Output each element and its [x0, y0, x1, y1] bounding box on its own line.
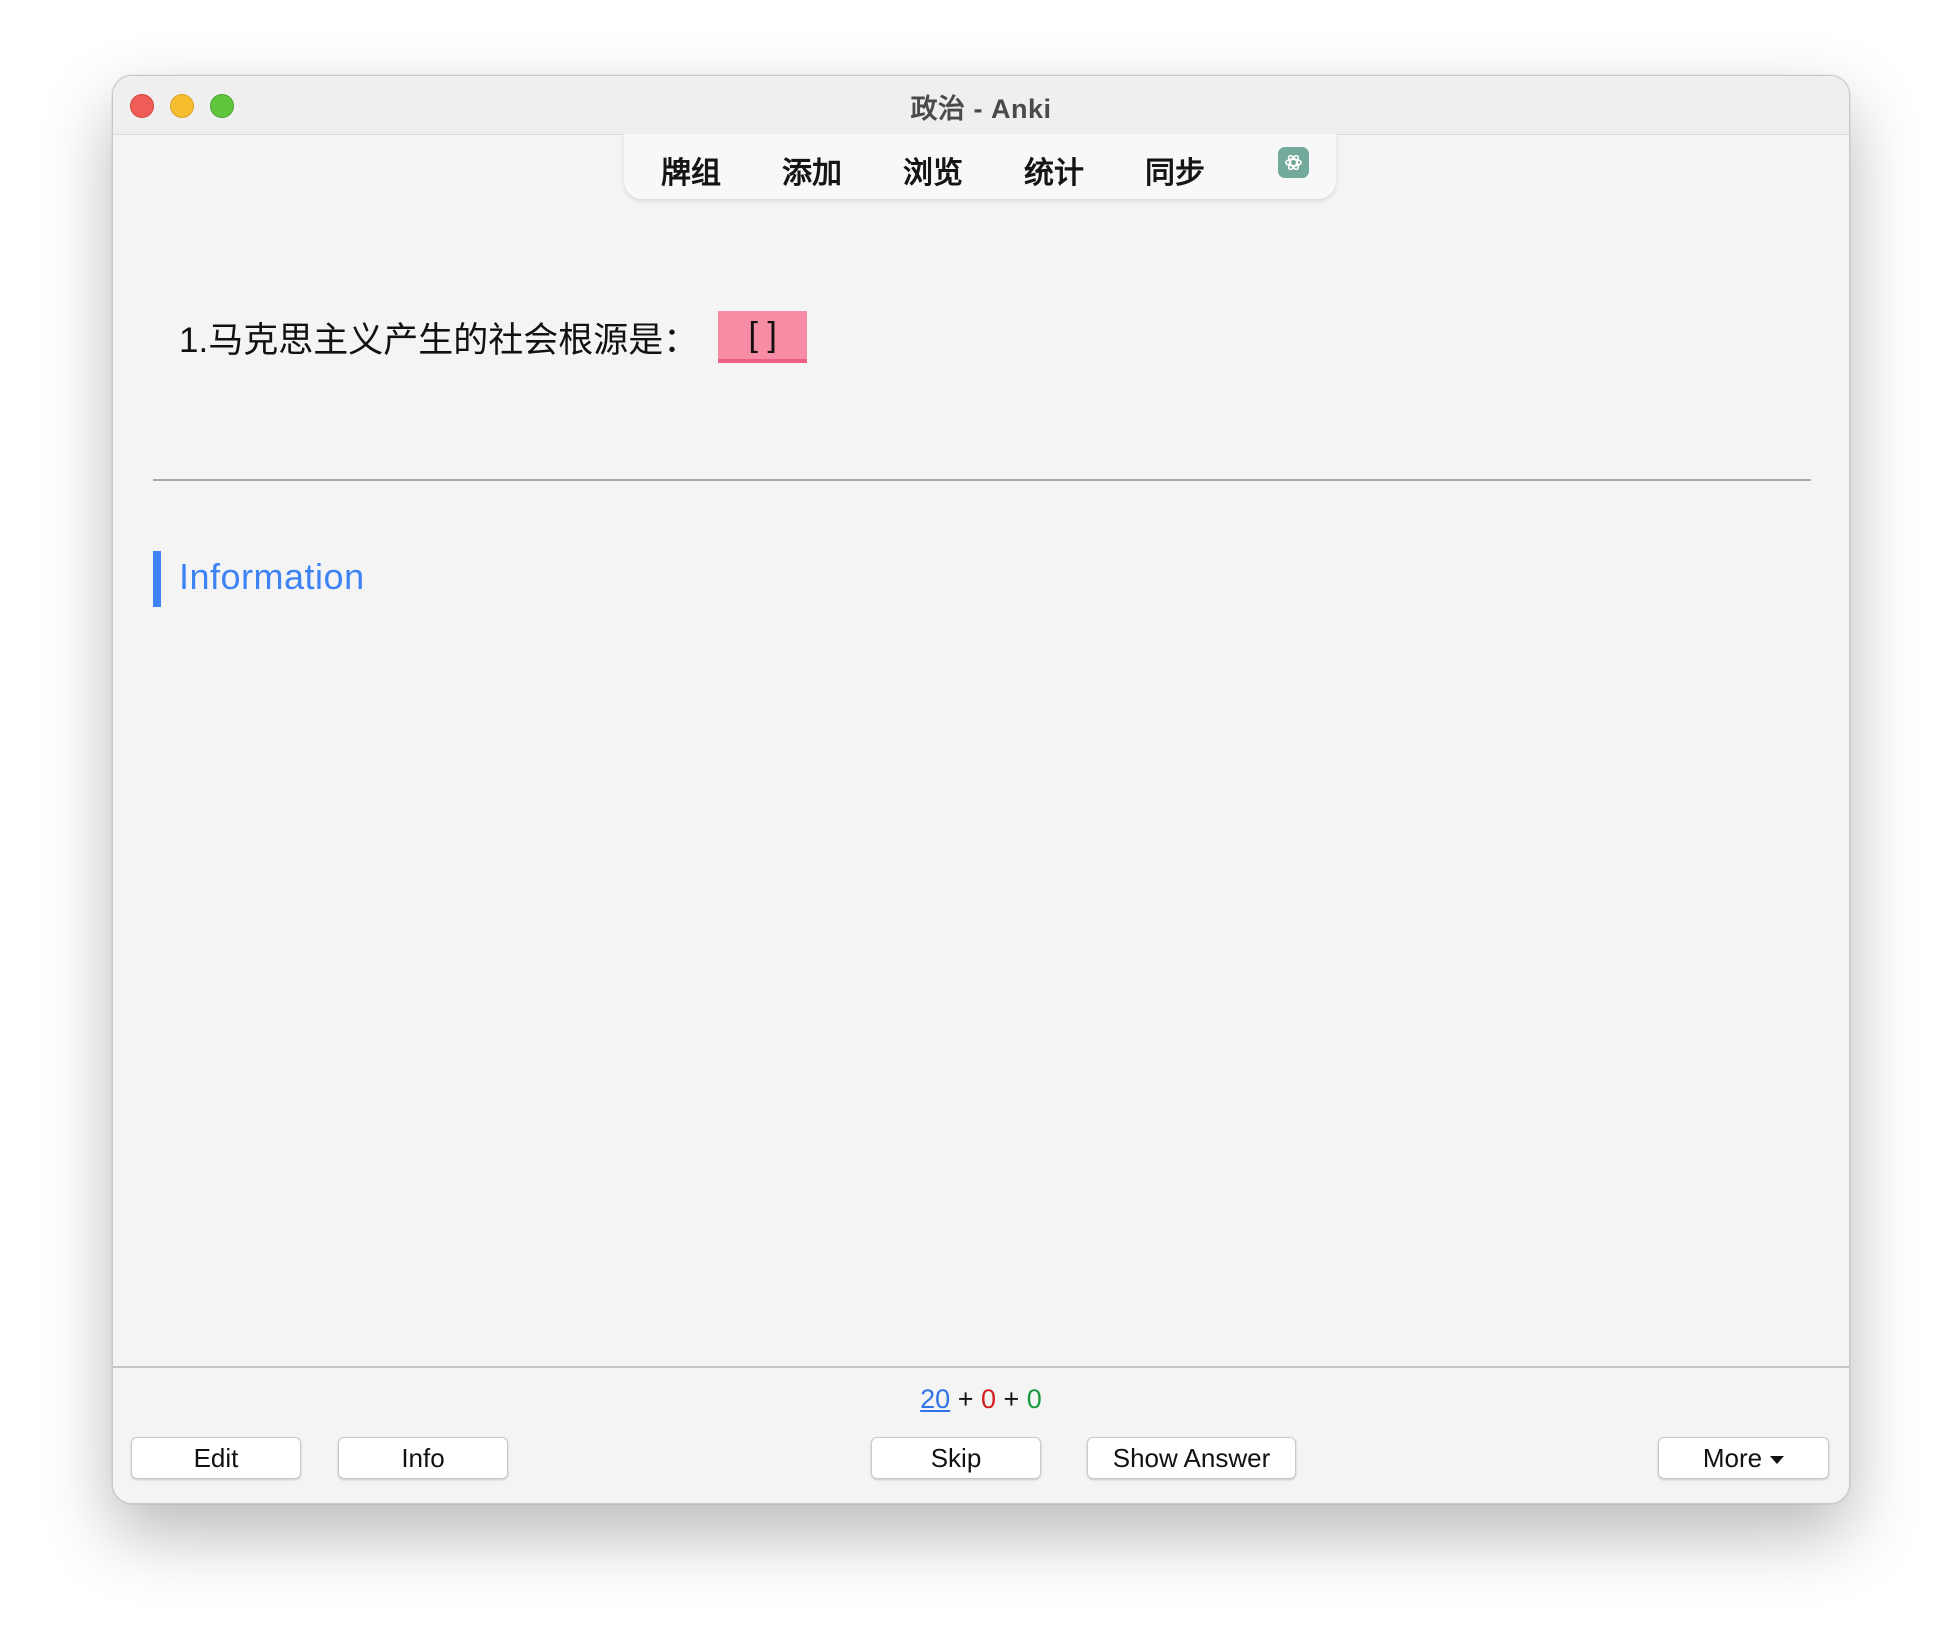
more-button[interactable]: More — [1658, 1437, 1829, 1479]
count-separator: + — [950, 1384, 981, 1414]
skip-button-label: Skip — [930, 1442, 982, 1473]
info-button-label: Info — [401, 1442, 445, 1473]
anki-window: 政治 - Anki 牌组 添加 浏览 统计 同步 1.马克思主义产生的社会根源是… — [112, 75, 1850, 1504]
toolbar-decks[interactable]: 牌组 — [661, 148, 721, 192]
toolbar-stats[interactable]: 统计 — [1024, 148, 1084, 192]
main-toolbar: 牌组 添加 浏览 统计 同步 — [624, 134, 1336, 199]
skip-button[interactable]: Skip — [871, 1437, 1041, 1479]
title-bar[interactable]: 政治 - Anki — [113, 76, 1849, 135]
show-answer-button-label: Show Answer — [1112, 1442, 1271, 1473]
count-separator: + — [996, 1384, 1027, 1414]
edit-button[interactable]: Edit — [131, 1437, 301, 1479]
window-title: 政治 - Anki — [910, 94, 1052, 124]
edit-button-label: Edit — [193, 1442, 239, 1473]
toolbar-add[interactable]: 添加 — [782, 148, 842, 192]
toolbar-sync[interactable]: 同步 — [1145, 148, 1205, 192]
new-count[interactable]: 20 — [920, 1384, 950, 1414]
question-text: 1.马克思主义产生的社会根源是： — [179, 320, 699, 360]
information-heading: Information — [179, 556, 365, 597]
openai-icon[interactable] — [1278, 147, 1309, 178]
cloze-blank: [ ] — [718, 311, 808, 363]
review-bottom-bar: 20 + 0 + 0 Edit Info Skip Show Answer Mo… — [113, 1366, 1849, 1503]
toolbar-browse[interactable]: 浏览 — [903, 148, 963, 192]
more-button-label: More — [1702, 1442, 1763, 1473]
card-question: 1.马克思主义产生的社会根源是： [ ] — [179, 311, 808, 363]
show-answer-button[interactable]: Show Answer — [1087, 1437, 1296, 1479]
review-count: 0 — [1026, 1384, 1042, 1414]
info-button[interactable]: Info — [338, 1437, 508, 1479]
learning-count: 0 — [980, 1384, 997, 1414]
due-counts: 20 + 0 + 0 — [113, 1384, 1849, 1415]
chevron-down-icon — [1770, 1456, 1785, 1464]
info-accent-bar — [153, 551, 161, 607]
question-answer-divider — [153, 479, 1811, 481]
openai-glyph — [1285, 154, 1302, 171]
